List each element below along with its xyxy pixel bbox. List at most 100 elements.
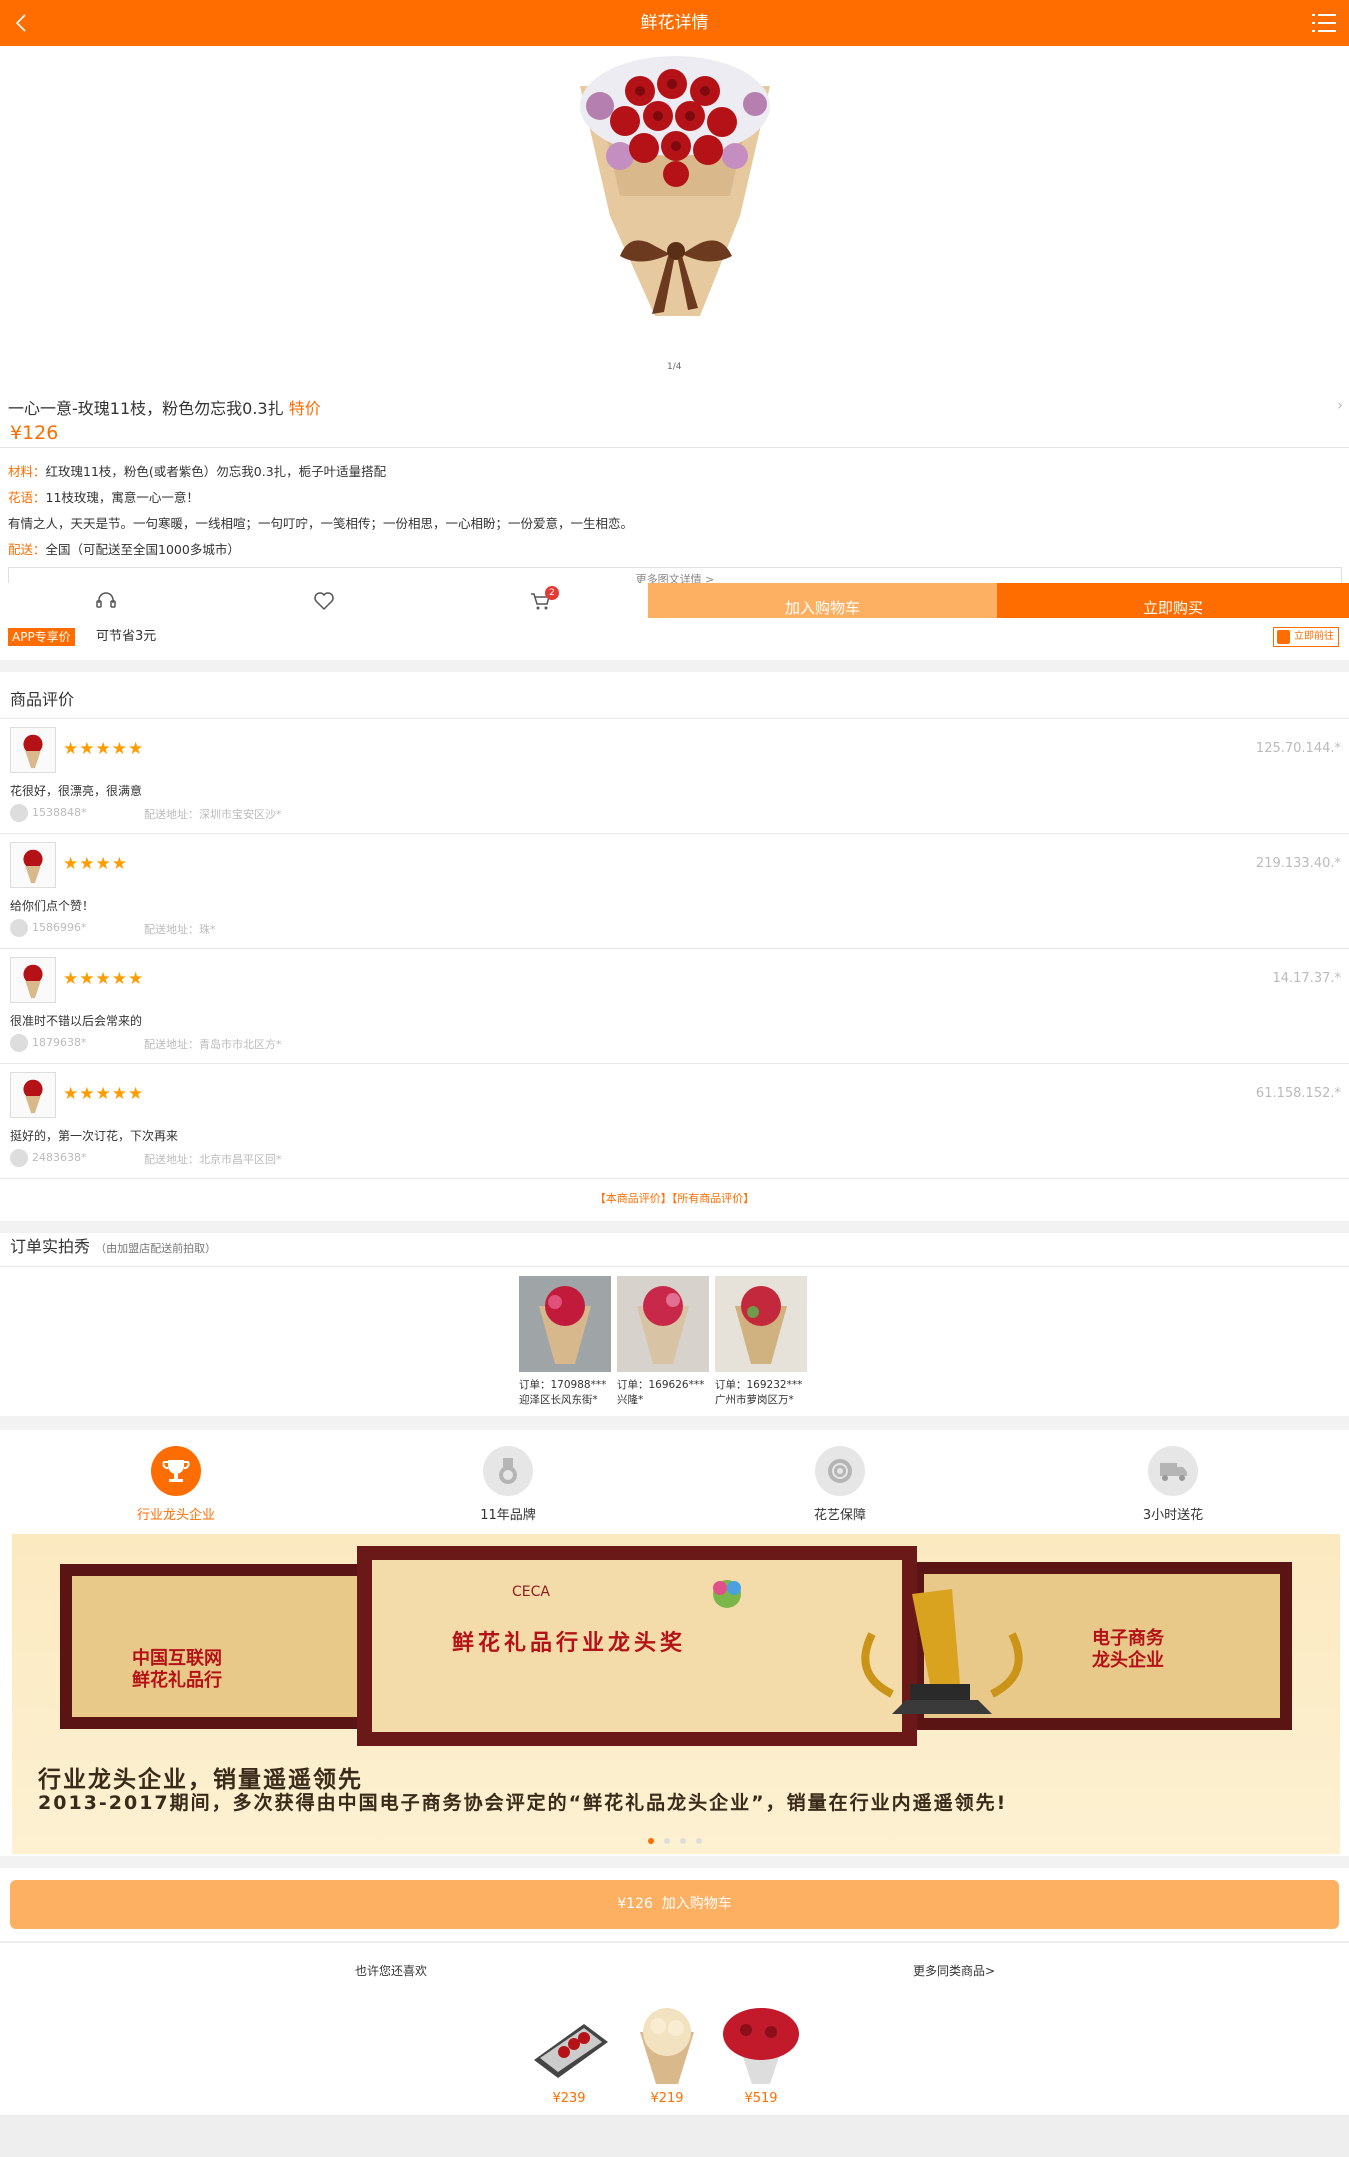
review-ip: 14.17.37.* (1272, 971, 1341, 986)
review-text: 挺好的，第一次订花，下次再来 (10, 1129, 179, 1143)
plaque-left-line1: 中国互联网 (132, 1647, 222, 1669)
bouquet-image (580, 56, 770, 316)
phone-icon (1277, 630, 1290, 644)
feature-floral-guarantee[interactable]: 花艺保障 (740, 1446, 940, 1523)
banner-body: 2013-2017期间，多次获得由中国电子商务协会评定的“鲜花礼品龙头企业”，销… (38, 1792, 1008, 1814)
banner-pagination (0, 1838, 1349, 1844)
bottom-cta-price: ¥126 (617, 1896, 653, 1912)
review-ip: 125.70.144.* (1255, 741, 1341, 756)
recommended-product[interactable]: ¥519 (716, 2002, 806, 2106)
attr-meaning: 花语：11枝玫瑰，寓意一心一意！ (8, 487, 199, 506)
feature-3h-delivery[interactable]: 3小时送花 (1073, 1446, 1273, 1523)
favorite-heart-icon[interactable] (312, 589, 336, 613)
medal-icon (483, 1446, 533, 1496)
order-photos-title-text: 订单实拍秀 (10, 1237, 91, 1256)
divider (0, 447, 1349, 448)
review-item: ★★★★★ 14.17.37.* 很准时不错以后会常来的 1879638* 配送… (0, 949, 1349, 1064)
review-address: 配送地址：深圳市宝安区沙* (144, 808, 282, 821)
product-title: 一心一意-玫瑰11枝，粉色勿忘我0.3扎 特价 (8, 395, 321, 419)
award-banner[interactable]: 中国互联网 鲜花礼品行 电子商务 龙头企业 CECA 鲜花礼品行业龙头奖 行业龙… (12, 1534, 1340, 1854)
plaque-left-line2: 鲜花礼品行 (132, 1669, 222, 1691)
recommended-product-image (534, 2024, 608, 2078)
attr-poem: 有情之人，天天是节。一句寒暖，一线相喧；一句叮咛，一笺相传；一份相思，一心相盼；… (8, 513, 633, 532)
special-tag: 特价 (288, 399, 321, 418)
go-to-app-button[interactable]: 立即前往 (1273, 627, 1339, 647)
top-bar: 鲜花详情 (0, 0, 1349, 46)
attr-value: 全国（可配送至全国1000多城市） (45, 542, 240, 557)
review-user: 1538848* (10, 804, 87, 822)
chevron-right-icon[interactable]: › (1337, 396, 1343, 414)
attr-value: 有情之人，天天是节。一句寒暖，一线相喧；一句叮咛，一笺相传；一份相思，一心相盼；… (8, 516, 634, 531)
review-text: 给你们点个赞！ (10, 899, 95, 913)
order-photos-title: 订单实拍秀 （由加盟店配送前拍取） (10, 1233, 216, 1257)
attr-key: 材料： (8, 464, 46, 479)
rating-stars: ★★★★★ (63, 739, 145, 759)
cart-count-badge: 2 (545, 586, 559, 600)
section-gap (0, 1941, 1349, 1943)
section-gap (0, 660, 1349, 672)
feature-brand-years[interactable]: 11年品牌 (408, 1446, 608, 1523)
section-gap (0, 1221, 1349, 1233)
recommended-product[interactable]: ¥219 (622, 2002, 712, 2106)
user-avatar-icon (10, 1149, 28, 1167)
customer-service-icon[interactable] (94, 589, 118, 613)
order-place: 兴隆* (617, 1394, 644, 1406)
more-details-link[interactable]: 更多图文详情 > (8, 567, 1342, 583)
order-number: 订单：169232*** (715, 1379, 803, 1391)
feature-label: 3小时送花 (1142, 1508, 1204, 1523)
plaque-right-line2: 龙头企业 (1092, 1649, 1164, 1671)
pagination-dot[interactable] (647, 1838, 654, 1844)
order-photo[interactable]: 订单：169626*** 兴隆* (617, 1276, 709, 1408)
attr-value: 红玫瑰11枝，粉色(或者紫色）勿忘我0.3扎，栀子叶适量搭配 (45, 464, 387, 479)
feature-label: 行业龙头企业 (136, 1508, 215, 1523)
this-product-reviews-link[interactable]: 【本商品评价】 (595, 1192, 672, 1205)
pagination-dot[interactable] (663, 1838, 670, 1844)
order-place: 广州市萝岗区万* (715, 1394, 794, 1406)
review-thumbnail[interactable] (10, 957, 56, 1003)
rating-stars: ★★★★★ (63, 1084, 145, 1104)
attr-key: 配送： (8, 542, 46, 557)
order-number: 订单：169626*** (617, 1379, 705, 1391)
bottom-add-to-cart-button[interactable]: ¥126 加入购物车 (10, 1880, 1339, 1929)
recommended-price: ¥219 (650, 2091, 684, 2106)
review-user: 2483638* (10, 1149, 87, 1167)
feature-industry-leader[interactable]: 行业龙头企业 (76, 1446, 276, 1523)
review-user: 1879638* (10, 1034, 87, 1052)
bottom-cta-label: 加入购物车 (661, 1896, 732, 1912)
review-item: ★★★★★ 125.70.144.* 花很好，很漂亮，很满意 1538848* … (0, 719, 1349, 834)
page-footer-gap (0, 2115, 1349, 2157)
review-user-id: 2483638* (32, 1151, 87, 1164)
pagination-dot[interactable] (695, 1838, 702, 1844)
order-place: 迎泽区长风东街* (519, 1394, 598, 1406)
attr-delivery: 配送：全国（可配送至全国1000多城市） (8, 539, 240, 558)
all-reviews-link[interactable]: 【所有商品评价】 (672, 1192, 755, 1205)
add-to-cart-button[interactable]: 加入购物车 (648, 583, 997, 618)
recommended-product[interactable]: ¥239 (524, 2002, 614, 2106)
user-avatar-icon (10, 1034, 28, 1052)
pagination-dot[interactable] (679, 1838, 686, 1844)
banner-headline: 行业龙头企业，销量遥遥领先 (38, 1767, 363, 1793)
user-avatar-icon (10, 919, 28, 937)
reviews-title: 商品评价 (10, 690, 75, 709)
product-image-carousel[interactable]: 1/4 (0, 46, 1349, 380)
review-text: 花很好，很漂亮，很满意 (10, 784, 143, 798)
truck-icon (1148, 1446, 1198, 1496)
feature-label: 花艺保障 (813, 1508, 866, 1523)
plaque-right-line1: 电子商务 (1092, 1627, 1165, 1649)
rating-stars: ★★★★ (63, 854, 128, 874)
review-ip: 219.133.40.* (1255, 856, 1341, 871)
order-photo-image (519, 1276, 611, 1372)
order-photo[interactable]: 订单：170988*** 迎泽区长风东街* (519, 1276, 611, 1408)
review-thumbnail[interactable] (10, 727, 56, 773)
more-similar-link[interactable]: 更多同类商品> (913, 1962, 995, 1979)
review-user-id: 1538848* (32, 806, 87, 819)
buy-now-button[interactable]: 立即购买 (997, 583, 1349, 618)
product-title-text: 一心一意-玫瑰11枝，粉色勿忘我0.3扎 (8, 399, 284, 418)
review-links: 【本商品评价】【所有商品评价】 (0, 1190, 1349, 1206)
order-photo[interactable]: 订单：169232*** 广州市萝岗区万* (715, 1276, 807, 1408)
menu-list-icon[interactable] (1311, 11, 1337, 35)
review-thumbnail[interactable] (10, 842, 56, 888)
attr-value: 11枝玫瑰，寓意一心一意！ (45, 490, 199, 505)
review-thumbnail[interactable] (10, 1072, 56, 1118)
attr-key: 花语： (8, 490, 46, 505)
